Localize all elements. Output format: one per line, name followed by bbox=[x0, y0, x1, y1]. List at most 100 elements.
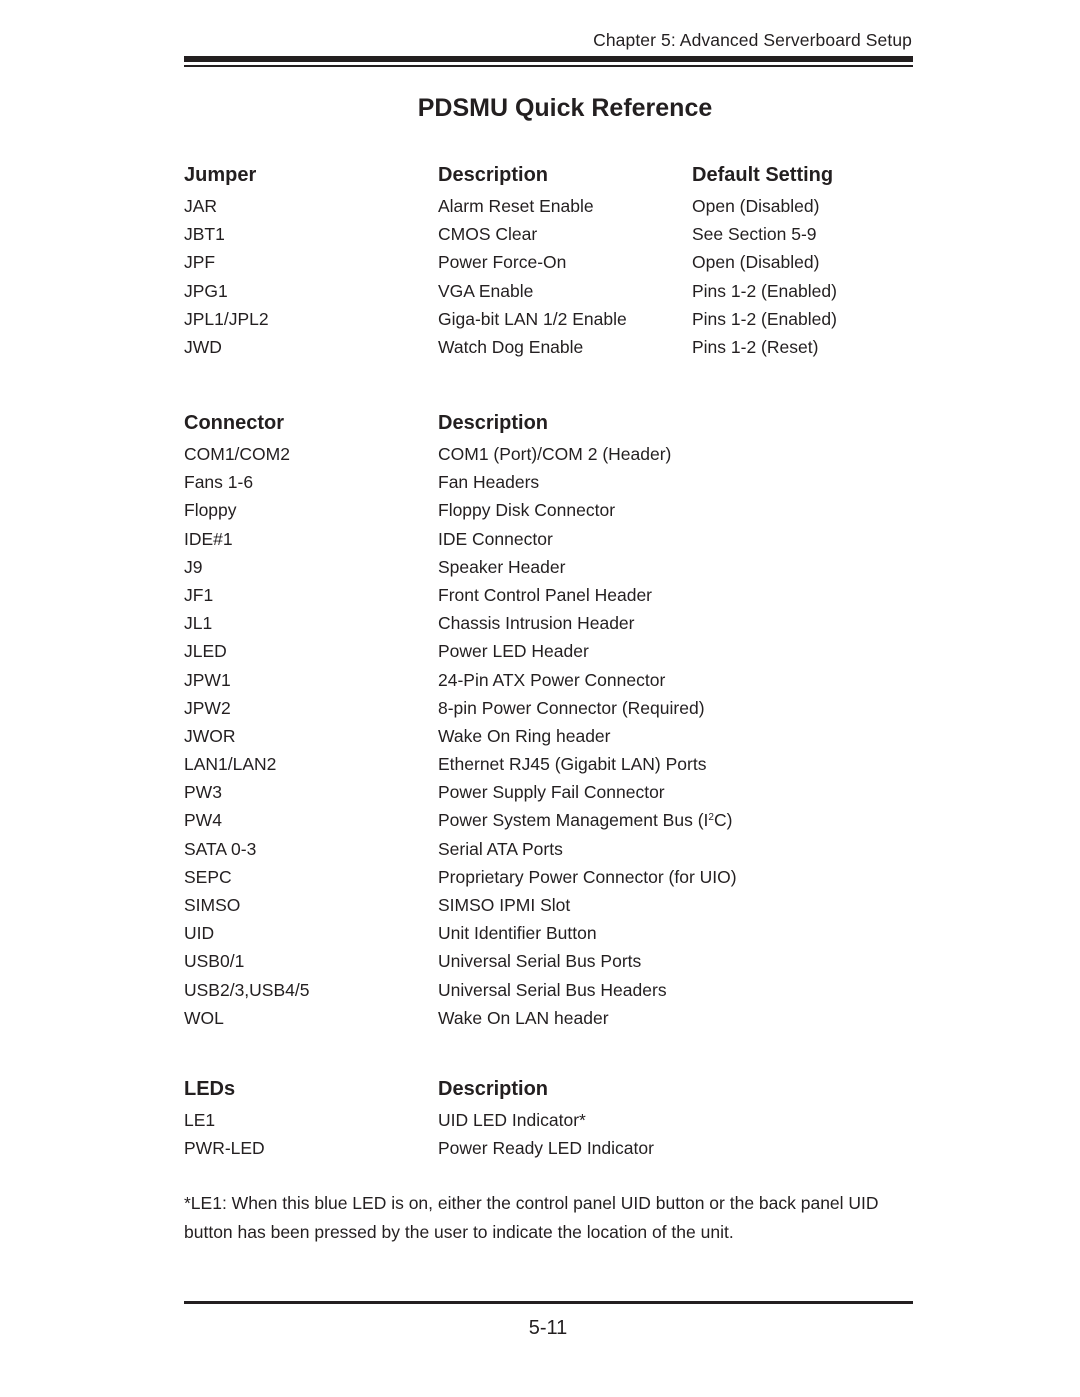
connector-name: JPW1 bbox=[184, 669, 231, 690]
table-row: SEPC Proprietary Power Connector (for UIO… bbox=[184, 863, 913, 891]
connector-description: Fan Headers bbox=[438, 472, 540, 493]
column-header-description: Description bbox=[438, 164, 549, 186]
column-header-default-setting: Default Setting bbox=[692, 164, 834, 186]
table-row: Fans 1-6 Fan Headers bbox=[184, 468, 913, 496]
jumper-default: Open (Disabled) bbox=[692, 196, 820, 216]
header-rule-thick bbox=[184, 56, 913, 62]
jumper-description: Alarm Reset Enable bbox=[438, 196, 594, 216]
connector-description: Proprietary Power Connector (for UIO) bbox=[438, 866, 737, 887]
table-row: IDE#1 IDE Connector bbox=[184, 525, 913, 553]
connector-description: Speaker Header bbox=[438, 556, 566, 577]
connector-name: USB2/3,USB4/5 bbox=[184, 979, 310, 1000]
jumper-default: See Section 5-9 bbox=[692, 224, 817, 245]
connector-table: Connector Description COM1/COM2 COM1 (Por… bbox=[184, 406, 913, 1032]
connector-description: SIMSO IPMI Slot bbox=[438, 895, 571, 915]
table-row: SATA 0-3 Serial ATA Ports bbox=[184, 835, 913, 863]
connector-description: Chassis Intrusion Header bbox=[438, 613, 635, 634]
table-row: USB0/1 Universal Serial Bus Ports bbox=[184, 947, 913, 975]
led-name: LE1 bbox=[184, 1110, 216, 1130]
table-row: Floppy Floppy Disk Connector bbox=[184, 496, 913, 524]
table-row: J9 Speaker Header bbox=[184, 553, 913, 581]
table-header: Jumper Description Default Setting bbox=[184, 158, 913, 192]
table-row: PWR-LED Power Ready LED Indicator bbox=[184, 1134, 913, 1162]
table-row: JWD Watch Dog Enable Pins 1-2 (Reset) bbox=[184, 333, 913, 361]
connector-description: Wake On Ring header bbox=[438, 725, 611, 746]
jumper-name: JAR bbox=[184, 196, 218, 216]
table-row: JPG1 VGA Enable Pins 1-2 (Enabled) bbox=[184, 277, 913, 305]
jumper-default: Pins 1-2 (Reset) bbox=[692, 336, 819, 357]
chapter-heading: Chapter 5: Advanced Serverboard Setup bbox=[593, 30, 912, 50]
jumper-name: JWD bbox=[184, 336, 222, 357]
table-row: JPW2 8-pin Power Connector (Required) bbox=[184, 694, 913, 722]
connector-name: PW4 bbox=[184, 810, 222, 831]
jumper-description: Giga-bit LAN 1/2 Enable bbox=[438, 308, 627, 329]
jumper-name: JBT1 bbox=[184, 224, 225, 245]
jumper-name: JPG1 bbox=[184, 280, 228, 301]
table-row: LAN1/LAN2 Ethernet RJ45 (Gigabit LAN) Por… bbox=[184, 750, 913, 778]
table-row: SIMSO SIMSO IPMI Slot bbox=[184, 891, 913, 919]
table-row: JWOR Wake On Ring header bbox=[184, 722, 913, 750]
connector-description: Ethernet RJ45 (Gigabit LAN) Ports bbox=[438, 754, 707, 775]
connector-name: Fans 1-6 bbox=[184, 472, 254, 493]
table-row: JLED Power LED Header bbox=[184, 637, 913, 665]
led-name: PWR-LED bbox=[184, 1138, 265, 1159]
jumper-name: JPF bbox=[184, 252, 216, 273]
page-number: 5-11 bbox=[528, 1317, 568, 1339]
led-table: LEDs Description LE1 UID LED Indicator* P… bbox=[184, 1072, 913, 1162]
table-row: JPL1/JPL2 Giga-bit LAN 1/2 Enable Pins 1-2… bbox=[184, 305, 913, 333]
table-row: LE1 UID LED Indicator* bbox=[184, 1106, 913, 1134]
table-row: COM1/COM2 COM1 (Port)/COM 2 (Header) bbox=[184, 440, 913, 468]
connector-description: Universal Serial Bus Headers bbox=[438, 979, 667, 1000]
connector-name: JLED bbox=[184, 641, 227, 662]
connector-description: IDE Connector bbox=[438, 528, 553, 549]
footnote: *LE1: When this blue LED is on, either t… bbox=[184, 1193, 879, 1242]
table-row: JF1 Front Control Panel Header bbox=[184, 581, 913, 609]
table-row: JBT1 CMOS Clear See Section 5-9 bbox=[184, 220, 913, 248]
table-row: UID Unit Identifier Button bbox=[184, 919, 913, 947]
connector-description: Power LED Header bbox=[438, 641, 589, 662]
page-title: PDSMU Quick Reference bbox=[417, 94, 713, 122]
jumper-default: Open (Disabled) bbox=[692, 252, 820, 273]
description-text-end: C) bbox=[713, 810, 733, 831]
connector-description: Unit Identifier Button bbox=[438, 923, 597, 944]
jumper-table: Jumper Description Default Setting JAR Al… bbox=[184, 158, 913, 361]
header-rule-thin bbox=[184, 65, 913, 67]
column-header-connector: Connector bbox=[184, 412, 284, 434]
column-header-description: Description bbox=[438, 1078, 549, 1100]
connector-description: Wake On LAN header bbox=[438, 1007, 609, 1028]
connector-description: 24-Pin ATX Power Connector bbox=[438, 669, 666, 690]
jumper-description: CMOS Clear bbox=[438, 224, 538, 245]
jumper-description: Power Force-On bbox=[438, 252, 567, 273]
connector-description: 8-pin Power Connector (Required) bbox=[438, 697, 705, 718]
connector-name: SEPC bbox=[184, 866, 232, 887]
connector-name: SIMSO bbox=[184, 895, 241, 915]
table-row: USB2/3,USB4/5 Universal Serial Bus Header… bbox=[184, 976, 913, 1004]
connector-name: J9 bbox=[184, 556, 203, 577]
connector-description: Floppy Disk Connector bbox=[438, 500, 616, 521]
connector-description: COM1 (Port)/COM 2 (Header) bbox=[438, 444, 672, 464]
table-header: LEDs Description bbox=[184, 1072, 913, 1106]
jumper-default: Pins 1-2 (Enabled) bbox=[692, 308, 837, 329]
connector-name: Floppy bbox=[184, 500, 237, 521]
jumper-name: JPL1/JPL2 bbox=[184, 308, 269, 329]
table-row: PW4 Power System Management Bus (I2C) bbox=[184, 806, 913, 834]
connector-name: LAN1/LAN2 bbox=[184, 754, 277, 775]
footer-rule bbox=[184, 1301, 913, 1304]
description-text: Power System Management Bus (I bbox=[438, 810, 709, 831]
table-row: JL1 Chassis Intrusion Header bbox=[184, 609, 913, 637]
connector-description: Power System Management Bus (I2C) bbox=[438, 806, 732, 834]
connector-name: PW3 bbox=[184, 782, 222, 803]
table-row: JPW1 24-Pin ATX Power Connector bbox=[184, 666, 913, 694]
jumper-default: Pins 1-2 (Enabled) bbox=[692, 280, 837, 301]
connector-name: UID bbox=[184, 923, 215, 944]
table-row: JAR Alarm Reset Enable Open (Disabled) bbox=[184, 192, 913, 220]
table-row: WOL Wake On LAN header bbox=[184, 1004, 913, 1032]
jumper-description: VGA Enable bbox=[438, 280, 534, 301]
connector-name: JPW2 bbox=[184, 697, 231, 718]
led-description: Power Ready LED Indicator bbox=[438, 1138, 654, 1159]
table-header: Connector Description bbox=[184, 406, 913, 440]
connector-description: Serial ATA Ports bbox=[438, 838, 563, 859]
connector-name: WOL bbox=[184, 1007, 224, 1028]
column-header-leds: LEDs bbox=[184, 1078, 236, 1100]
led-description: UID LED Indicator* bbox=[438, 1110, 586, 1130]
